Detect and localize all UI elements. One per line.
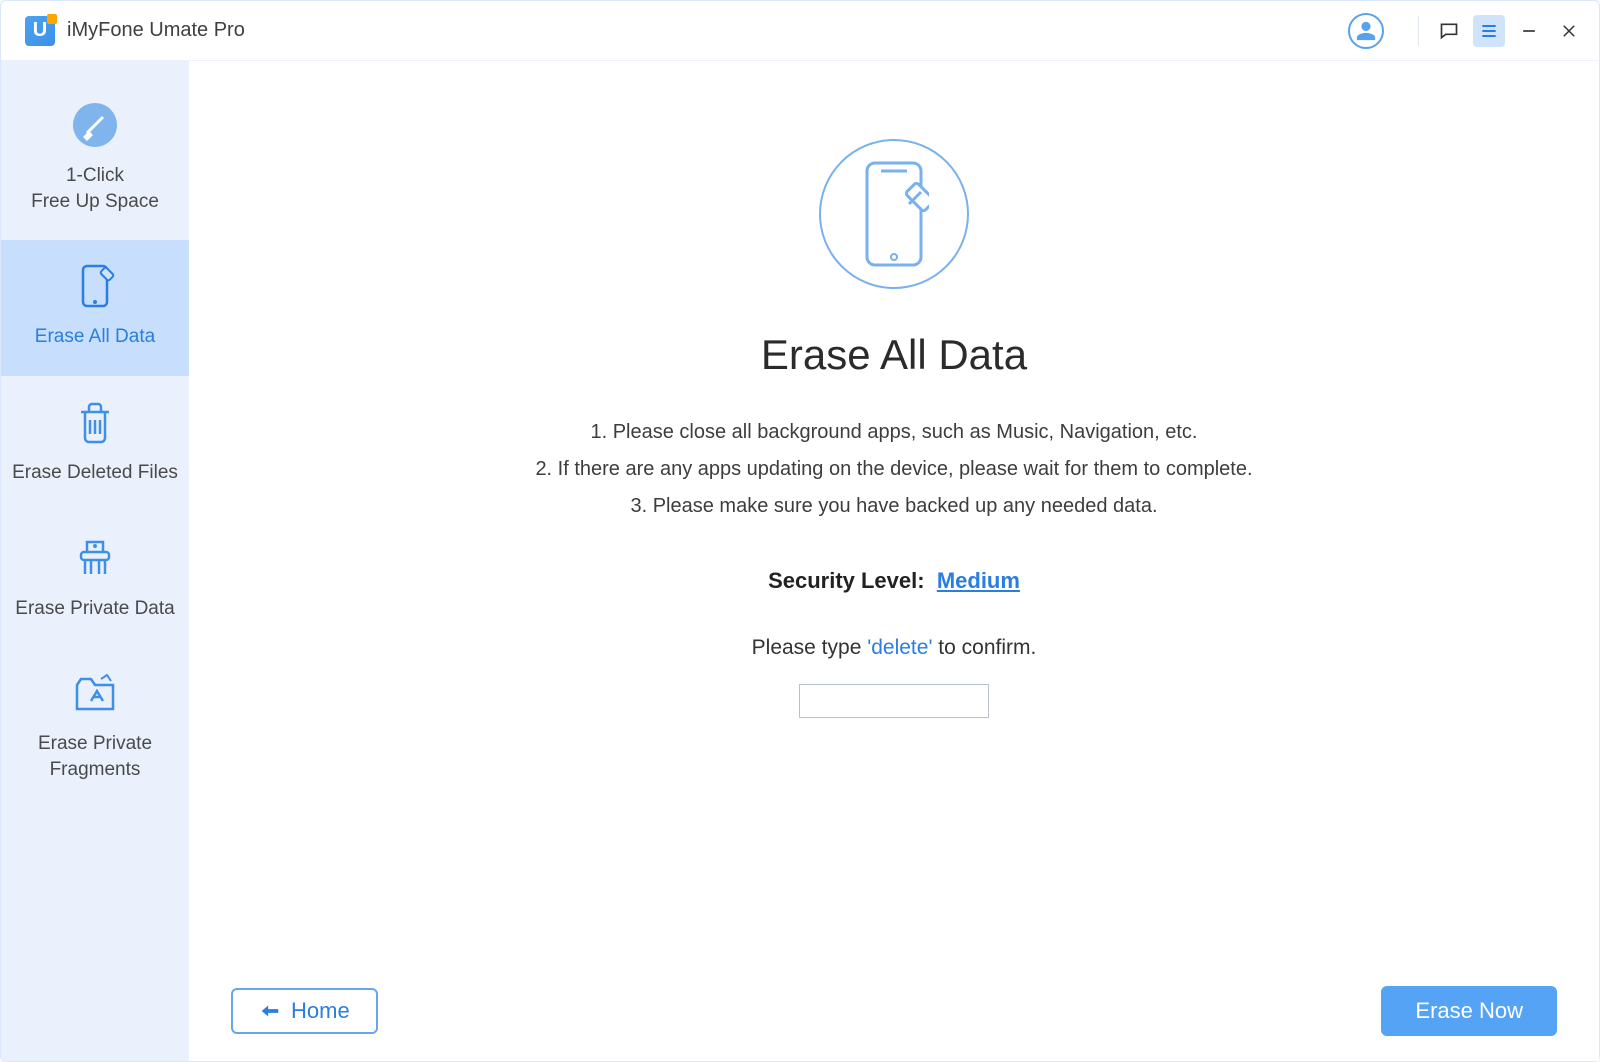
erase-now-button[interactable]: Erase Now — [1381, 986, 1557, 1036]
hero: Erase All Data 1. Please close all backg… — [189, 61, 1599, 961]
app-window: iMyFone Umate Pro — [0, 0, 1600, 1062]
instruction-line: 1. Please close all background apps, suc… — [535, 421, 1252, 444]
home-button-label: Home — [291, 998, 350, 1024]
sidebar: 1-Click Free Up Space Erase All Data Era… — [1, 61, 189, 1061]
trash-icon — [71, 398, 119, 446]
hero-device-icon — [819, 139, 969, 289]
content: 1-Click Free Up Space Erase All Data Era… — [1, 61, 1599, 1061]
sidebar-item-erase-private-data[interactable]: Erase Private Data — [1, 512, 189, 648]
minimize-icon — [1519, 21, 1539, 41]
security-level-row: Security Level: Medium — [768, 568, 1020, 594]
sidebar-item-label: Erase Deleted Files — [12, 460, 178, 486]
user-icon — [1355, 20, 1377, 42]
feedback-button[interactable] — [1433, 15, 1465, 47]
sidebar-item-label: Erase Private Data — [15, 596, 174, 622]
divider — [1418, 16, 1419, 46]
minimize-button[interactable] — [1513, 15, 1545, 47]
instruction-line: 2. If there are any apps updating on the… — [535, 458, 1252, 481]
titlebar-controls — [1348, 13, 1585, 49]
menu-button[interactable] — [1473, 15, 1505, 47]
confirm-prefix: Please type — [752, 636, 868, 659]
instructions: 1. Please close all background apps, suc… — [535, 421, 1252, 518]
instruction-line: 3. Please make sure you have backed up a… — [535, 495, 1252, 518]
back-arrow-icon — [259, 1000, 281, 1022]
sidebar-item-erase-deleted-files[interactable]: Erase Deleted Files — [1, 376, 189, 512]
main-panel: Erase All Data 1. Please close all backg… — [189, 61, 1599, 1061]
sidebar-item-free-up-space[interactable]: 1-Click Free Up Space — [1, 79, 189, 240]
sidebar-item-erase-all-data[interactable]: Erase All Data — [1, 240, 189, 376]
sidebar-item-label: 1-Click Free Up Space — [31, 163, 159, 214]
titlebar: iMyFone Umate Pro — [1, 1, 1599, 61]
phone-erase-icon — [71, 262, 119, 310]
broom-icon — [71, 101, 119, 149]
confirm-suffix: to confirm. — [932, 636, 1036, 659]
home-button[interactable]: Home — [231, 988, 378, 1034]
account-button[interactable] — [1348, 13, 1384, 49]
chat-icon — [1439, 21, 1459, 41]
folder-fragments-icon — [71, 669, 119, 717]
confirm-input[interactable] — [799, 684, 989, 718]
confirm-keyword: 'delete' — [867, 636, 932, 659]
close-icon — [1560, 22, 1578, 40]
sidebar-item-label: Erase All Data — [35, 324, 155, 350]
security-level-label: Security Level: — [768, 568, 925, 593]
security-level-link[interactable]: Medium — [937, 568, 1020, 593]
close-button[interactable] — [1553, 15, 1585, 47]
sidebar-item-label: Erase Private Fragments — [38, 731, 152, 782]
menu-icon — [1479, 21, 1499, 41]
app-logo-icon — [25, 16, 55, 46]
confirm-instruction: Please type 'delete' to confirm. — [752, 636, 1037, 660]
sidebar-item-erase-private-fragments[interactable]: Erase Private Fragments — [1, 647, 189, 808]
footer: Home Erase Now — [189, 961, 1599, 1061]
app-title: iMyFone Umate Pro — [67, 19, 245, 42]
shredder-icon — [71, 534, 119, 582]
page-heading: Erase All Data — [761, 331, 1027, 379]
